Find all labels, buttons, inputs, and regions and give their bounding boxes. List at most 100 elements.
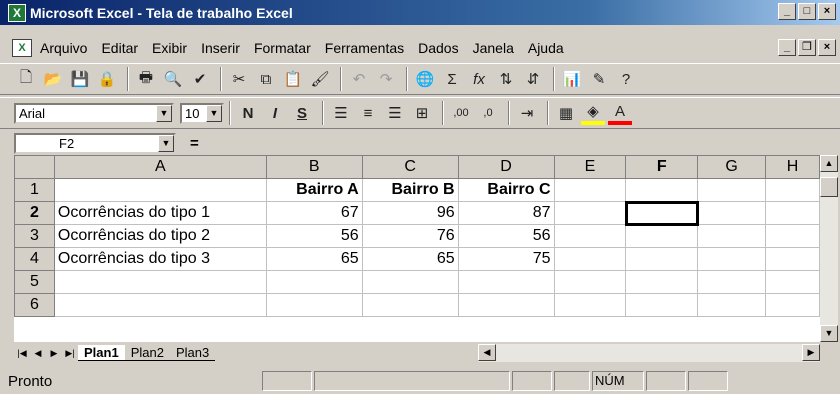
cell-g5[interactable]: [697, 270, 767, 294]
indent-icon[interactable]: ⇥: [515, 101, 539, 125]
vertical-scrollbar[interactable]: ▲ ▼: [820, 155, 838, 342]
cell-f2-selected[interactable]: [624, 200, 699, 226]
col-header-b[interactable]: B: [265, 155, 363, 179]
font-name-select[interactable]: Arial ▼: [14, 102, 174, 124]
excel-app-icon[interactable]: X: [8, 3, 26, 22]
row-header[interactable]: 3: [14, 224, 55, 248]
cell-h1[interactable]: [765, 178, 820, 202]
next-sheet-icon[interactable]: ▶: [46, 344, 62, 362]
cell-h3[interactable]: [765, 224, 820, 248]
cell-c6[interactable]: [361, 293, 459, 317]
last-sheet-icon[interactable]: ▶|: [62, 344, 78, 362]
copy-icon[interactable]: ⧉: [254, 67, 278, 91]
cell-h5[interactable]: [765, 270, 820, 294]
cell-d6[interactable]: [457, 293, 555, 317]
chevron-down-icon[interactable]: ▼: [206, 104, 222, 122]
bold-button[interactable]: N: [236, 101, 260, 125]
scroll-thumb[interactable]: [820, 177, 838, 197]
cell-f4[interactable]: [625, 247, 699, 271]
new-icon[interactable]: 🗋: [14, 67, 38, 91]
permission-icon[interactable]: 🔒: [95, 67, 119, 91]
minimize-button[interactable]: _: [778, 3, 796, 20]
cell-c2[interactable]: 96: [361, 201, 459, 225]
formula-input[interactable]: [265, 133, 835, 153]
row-header[interactable]: 5: [14, 270, 55, 294]
equals-label[interactable]: =: [190, 135, 199, 152]
cell-d2[interactable]: 87: [457, 201, 555, 225]
chevron-down-icon[interactable]: ▼: [158, 134, 174, 152]
cell-c1[interactable]: Bairro B: [361, 178, 459, 202]
workbook-icon[interactable]: X: [12, 39, 32, 57]
cell-a6[interactable]: [53, 293, 267, 317]
cell-h6[interactable]: [765, 293, 820, 317]
chart-wizard-icon[interactable]: 📊: [560, 67, 584, 91]
cell-b5[interactable]: [265, 270, 363, 294]
cut-icon[interactable]: ✂: [227, 67, 251, 91]
cell-e6[interactable]: [553, 293, 627, 317]
cell-g4[interactable]: [697, 247, 767, 271]
cell-b1[interactable]: Bairro A: [265, 178, 363, 202]
underline-button[interactable]: S: [290, 101, 314, 125]
menu-inserir[interactable]: Inserir: [199, 39, 242, 57]
menu-arquivo[interactable]: Arquivo: [38, 39, 89, 57]
drawing-icon[interactable]: ✎: [587, 67, 611, 91]
paste-icon[interactable]: 📋: [281, 67, 305, 91]
row-header[interactable]: 6: [14, 293, 55, 317]
decrease-decimal-icon[interactable]: ,0: [476, 101, 500, 125]
cell-d1[interactable]: Bairro C: [457, 178, 555, 202]
redo-icon[interactable]: ↷: [374, 67, 398, 91]
save-icon[interactable]: 💾: [68, 67, 92, 91]
close-button[interactable]: ×: [818, 3, 836, 20]
menu-formatar[interactable]: Formatar: [252, 39, 313, 57]
doc-close-button[interactable]: ×: [818, 39, 836, 56]
doc-restore-button[interactable]: ❐: [798, 39, 816, 56]
col-header-e[interactable]: E: [553, 155, 627, 179]
borders-icon[interactable]: ▦: [554, 101, 578, 125]
menu-ajuda[interactable]: Ajuda: [526, 39, 566, 57]
hyperlink-icon[interactable]: 🌐: [413, 67, 437, 91]
italic-button[interactable]: I: [263, 101, 287, 125]
scroll-up-icon[interactable]: ▲: [820, 155, 838, 172]
cell-h2[interactable]: [765, 201, 820, 225]
cell-d4[interactable]: 75: [457, 247, 555, 271]
autosum-icon[interactable]: Σ: [440, 67, 464, 91]
cell-h4[interactable]: [765, 247, 820, 271]
cell-b3[interactable]: 56: [265, 224, 363, 248]
col-header-f[interactable]: F: [625, 155, 699, 179]
sheet-tab-plan1[interactable]: Plan1: [78, 344, 125, 361]
print-icon[interactable]: 🖶: [134, 67, 158, 91]
cell-f1[interactable]: [625, 178, 699, 202]
col-header-c[interactable]: C: [361, 155, 459, 179]
function-icon[interactable]: fx: [467, 67, 491, 91]
cell-f3[interactable]: [625, 224, 699, 248]
cell-f5[interactable]: [625, 270, 699, 294]
menu-dados[interactable]: Dados: [416, 39, 460, 57]
cell-c3[interactable]: 76: [361, 224, 459, 248]
cell-e1[interactable]: [553, 178, 627, 202]
cell-c4[interactable]: 65: [361, 247, 459, 271]
cell-e2[interactable]: [553, 201, 627, 225]
cell-e3[interactable]: [553, 224, 627, 248]
menu-ferramentas[interactable]: Ferramentas: [323, 39, 406, 57]
horizontal-scrollbar[interactable]: ◀ ▶: [478, 344, 820, 362]
chevron-down-icon[interactable]: ▼: [156, 104, 172, 122]
col-header-g[interactable]: G: [697, 155, 767, 179]
cell-a2[interactable]: Ocorrências do tipo 1: [53, 201, 267, 225]
cell-g1[interactable]: [697, 178, 767, 202]
cell-c5[interactable]: [361, 270, 459, 294]
print-preview-icon[interactable]: 🔍: [161, 67, 185, 91]
cell-a5[interactable]: [53, 270, 267, 294]
col-header-h[interactable]: H: [765, 155, 820, 179]
sort-descending-icon[interactable]: ⇵: [521, 67, 545, 91]
menu-editar[interactable]: Editar: [99, 39, 140, 57]
cell-g6[interactable]: [697, 293, 767, 317]
font-color-icon[interactable]: A: [608, 101, 632, 125]
sheet-tab-plan2[interactable]: Plan2: [124, 345, 170, 361]
maximize-button[interactable]: □: [798, 3, 816, 20]
cell-a1[interactable]: [53, 178, 267, 202]
menu-janela[interactable]: Janela: [471, 39, 516, 57]
format-painter-icon[interactable]: 🖌: [308, 67, 332, 91]
cell-g2[interactable]: [697, 201, 767, 225]
row-header[interactable]: 4: [14, 247, 55, 271]
name-box[interactable]: F2 ▼: [14, 132, 176, 154]
